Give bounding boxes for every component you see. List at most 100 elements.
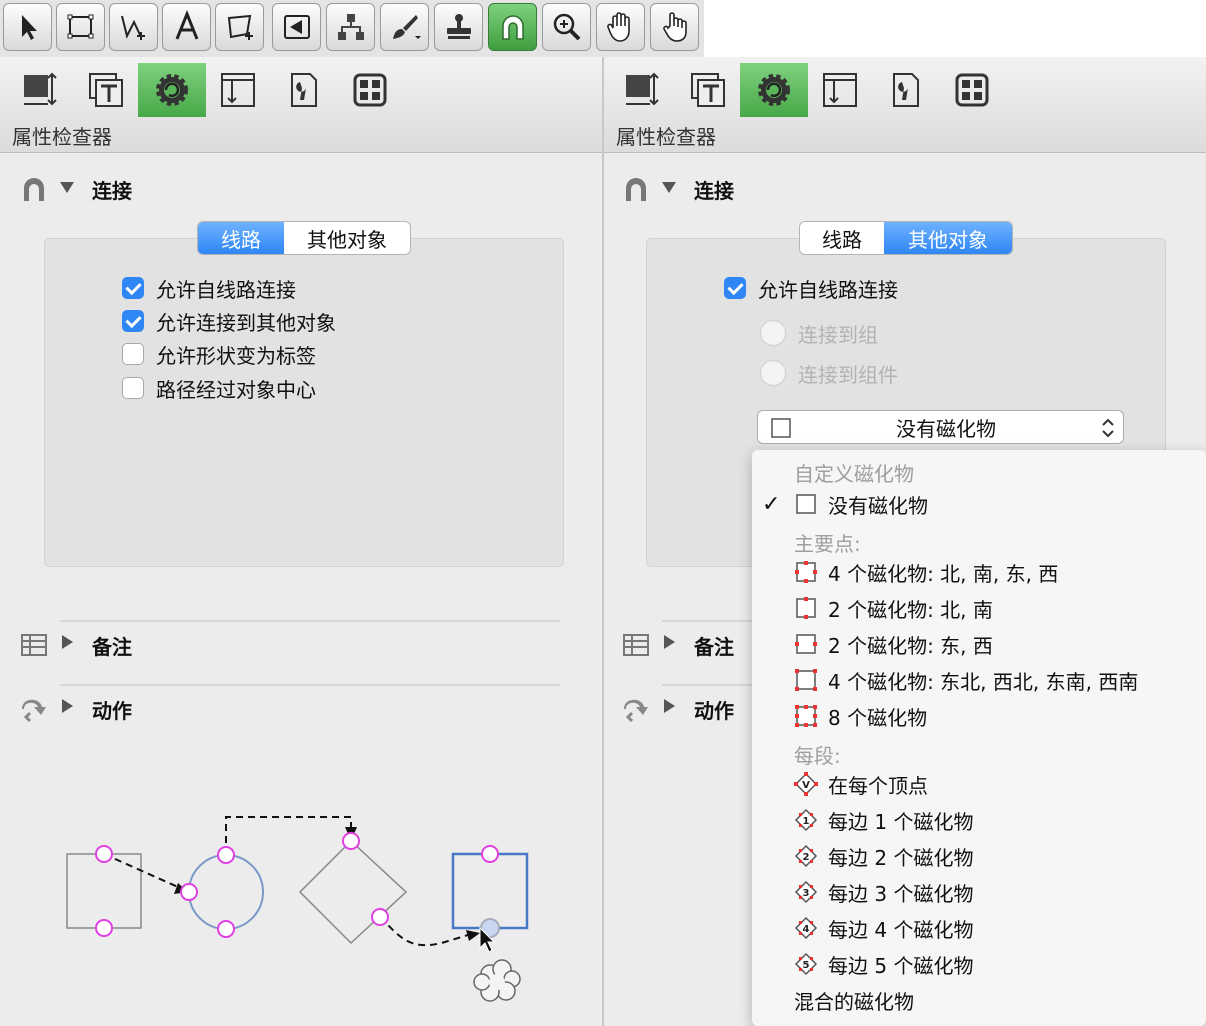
magnet-type-popup[interactable]: 没有磁化物 (757, 410, 1124, 444)
magnet-tool-button[interactable] (488, 3, 537, 51)
rectangle-tool-button[interactable] (56, 3, 105, 51)
notes-section-title: 备注 (92, 635, 132, 659)
notes-disclosure-triangle[interactable] (62, 635, 73, 649)
tab-lines[interactable]: 线路 (198, 222, 284, 254)
inspector-title: 属性检查器 (12, 125, 112, 149)
connect-disclosure-triangle[interactable] (60, 182, 74, 193)
tab-lines[interactable]: 线路 (800, 222, 884, 254)
menu-item-each-vertex[interactable]: V 在每个顶点 (752, 767, 1206, 801)
arrow-pointer-icon (21, 15, 37, 40)
hand-tool-button[interactable] (596, 3, 645, 51)
text-inspector-tab[interactable] (72, 63, 140, 117)
action-arrow-icon (22, 699, 46, 723)
magnet-icon (24, 178, 44, 201)
checkbox[interactable] (122, 277, 144, 299)
grid-icon (955, 73, 989, 107)
menu-item-label: 8 个磁化物 (828, 705, 928, 730)
menu-item-label: 每边 3 个磁化物 (828, 881, 974, 906)
play-tool-button[interactable] (272, 3, 321, 51)
geometry-inspector-tab[interactable] (608, 63, 676, 117)
checkbox[interactable] (724, 277, 746, 299)
brush-icon (392, 15, 421, 39)
menu-item-5-per-edge[interactable]: 5 每边 5 个磁化物 (752, 947, 1206, 981)
tab-other-objects[interactable]: 其他对象 (284, 222, 410, 254)
text-inspector-tab[interactable] (674, 63, 742, 117)
canvas-inspector-tab[interactable] (204, 63, 272, 117)
menu-item-2-per-edge[interactable]: 2 每边 2 个磁化物 (752, 839, 1206, 873)
menu-item-label: 4 个磁化物: 北, 南, 东, 西 (828, 561, 1059, 586)
checkbox-label: 允许连接到其他对象 (156, 310, 336, 335)
document-inspector-tab[interactable] (872, 63, 940, 117)
zoom-tool-button[interactable] (542, 3, 591, 51)
menu-item-2-ew[interactable]: 2 个磁化物: 东, 西 (752, 627, 1206, 661)
connect-to-group-row[interactable]: 连接到组 (760, 318, 878, 348)
radio-button[interactable] (760, 360, 786, 386)
menu-item-8[interactable]: 8 个磁化物 (752, 699, 1206, 733)
document-inspector-tab[interactable] (270, 63, 338, 117)
style-brush-tool-button[interactable] (380, 3, 429, 51)
popup-value: 没有磁化物 (896, 416, 996, 441)
square-2-magnets-ew-icon (795, 634, 817, 654)
route-through-center-row[interactable]: 路径经过对象中心 (122, 373, 316, 403)
menu-item-label: 2 个磁化物: 北, 南 (828, 597, 993, 622)
connect-disclosure-triangle[interactable] (662, 182, 676, 193)
stencil-inspector-tab[interactable] (336, 63, 404, 117)
menu-item-1-per-edge[interactable]: 1 每边 1 个磁化物 (752, 803, 1206, 837)
poof-cloud-icon (473, 959, 521, 1002)
allow-connect-other-row[interactable]: 允许连接到其他对象 (122, 306, 336, 336)
checkbox-label: 允许自线路连接 (156, 277, 296, 302)
diamond-2-icon: 2 (794, 844, 818, 868)
allow-shape-label-row[interactable]: 允许形状变为标签 (122, 339, 316, 369)
svg-text:2: 2 (803, 852, 810, 863)
browse-tool-button[interactable] (650, 3, 699, 51)
empty-square-icon (796, 494, 816, 514)
checkbox[interactable] (122, 310, 144, 332)
line-tool-button[interactable] (109, 3, 158, 51)
menu-item-mixed[interactable]: 混合的磁化物 (752, 983, 1206, 1017)
actions-disclosure-triangle[interactable] (62, 699, 73, 713)
rubber-stamp-tool-button[interactable] (434, 3, 483, 51)
actions-disclosure-triangle[interactable] (664, 699, 675, 713)
inspector-header: 属性检查器 (0, 57, 602, 153)
checkbox[interactable] (122, 377, 144, 399)
geometry-inspector-tab[interactable] (6, 63, 74, 117)
menu-item-label: 在每个顶点 (828, 773, 928, 798)
menu-item-4-nsew[interactable]: 4 个磁化物: 北, 南, 东, 西 (752, 555, 1206, 589)
rectangle-icon (67, 14, 93, 39)
menu-item-4-per-edge[interactable]: 4 每边 4 个磁化物 (752, 911, 1206, 945)
hand-icon (606, 12, 630, 42)
radio-label: 连接到组 (798, 322, 878, 347)
tab-other-objects[interactable]: 其他对象 (884, 222, 1012, 254)
menu-item-3-per-edge[interactable]: 3 每边 3 个磁化物 (752, 875, 1206, 909)
allow-line-connect-row[interactable]: 允许自线路连接 (122, 273, 296, 303)
menu-item-label: 没有磁化物 (828, 493, 928, 518)
menu-item-2-ns[interactable]: 2 个磁化物: 北, 南 (752, 591, 1206, 625)
notes-disclosure-triangle[interactable] (664, 635, 675, 649)
radio-button[interactable] (760, 320, 786, 346)
properties-inspector-tab[interactable] (138, 63, 206, 117)
menu-item-4-corners[interactable]: 4 个磁化物: 东北, 西北, 东南, 西南 (752, 663, 1206, 697)
menu-item-no-magnets[interactable]: ✓ 没有磁化物 (752, 487, 1206, 521)
magnet-connection-illustration (66, 816, 529, 1002)
svg-text:3: 3 (803, 888, 810, 899)
connect-to-component-row[interactable]: 连接到组件 (760, 358, 898, 388)
geometry-icon (626, 72, 659, 106)
svg-text:1: 1 (803, 816, 810, 827)
stencil-inspector-tab[interactable] (938, 63, 1006, 117)
action-arrow-icon (624, 699, 648, 723)
shape-tool-button[interactable] (215, 3, 264, 51)
allow-line-connect-row[interactable]: 允许自线路连接 (724, 273, 898, 303)
text-tool-button[interactable] (162, 3, 211, 51)
properties-inspector-tab[interactable] (740, 63, 808, 117)
canvas-inspector-tab[interactable] (806, 63, 874, 117)
canvas-size-icon (221, 73, 255, 107)
checkbox-label: 允许形状变为标签 (156, 343, 316, 368)
square-corner-magnets-icon (795, 669, 817, 691)
divider (60, 620, 560, 622)
checkbox[interactable] (122, 343, 144, 365)
diamond-5-icon: 5 (794, 952, 818, 976)
table-icon (623, 634, 649, 656)
diagram-tool-button[interactable] (326, 3, 375, 51)
connect-section-title: 连接 (694, 179, 734, 203)
selection-tool-button[interactable] (3, 3, 52, 51)
